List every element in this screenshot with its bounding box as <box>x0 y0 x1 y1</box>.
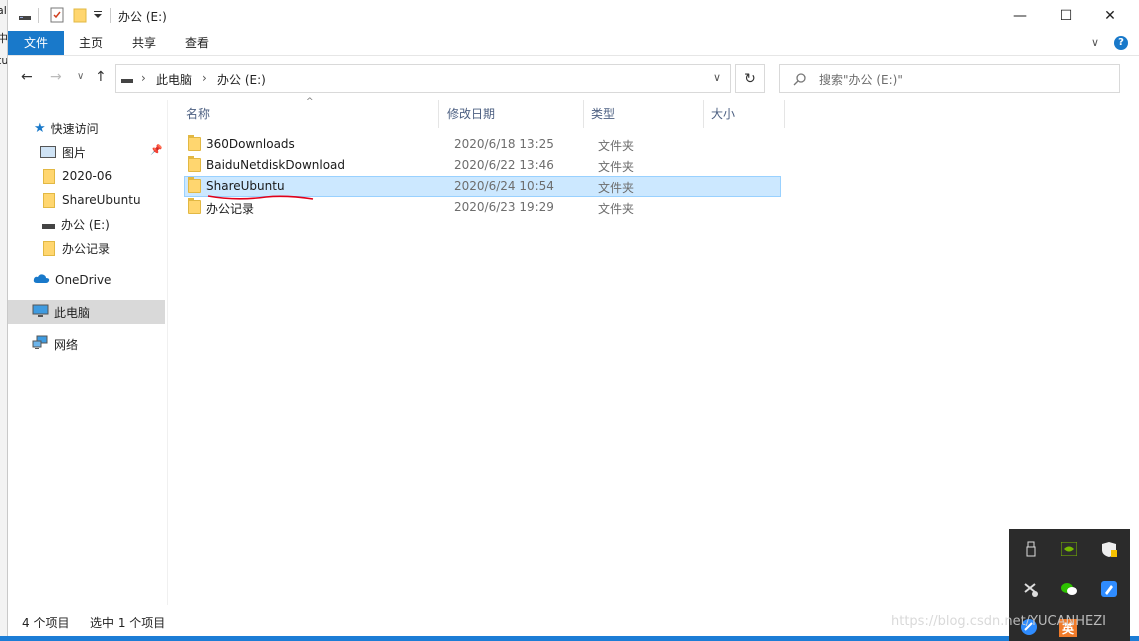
drive-icon <box>120 72 134 89</box>
taskbar-edge <box>0 636 1139 641</box>
folder-icon <box>188 135 201 151</box>
file-row[interactable]: BaiduNetdiskDownload 2020/6/22 13:46 文件夹 <box>184 155 781 176</box>
file-type: 文件夹 <box>598 160 635 174</box>
sidebar-item-label: 办公记录 <box>62 241 111 256</box>
divider <box>110 8 111 23</box>
file-name: ShareUbuntu <box>206 179 285 193</box>
sidebar-item-network[interactable]: 网络 <box>8 332 165 356</box>
folder-icon <box>43 240 55 256</box>
column-header-date[interactable]: 修改日期 <box>441 100 584 128</box>
file-date: 2020/6/22 13:46 <box>454 158 554 172</box>
tab-view[interactable]: 查看 <box>171 31 223 55</box>
computer-icon <box>32 304 49 321</box>
ribbon-tabs: 文件 主页 共享 查看 ∨ ? <box>8 31 1139 56</box>
properties-icon[interactable] <box>50 7 64 26</box>
back-button[interactable]: ← <box>21 69 33 85</box>
address-row: ← → ∨ ↑ › 此电脑 › 办公 (E:) ∨ ↻ 搜索"办公 (E:)" <box>8 56 1139 100</box>
column-header-name[interactable]: 名称 <box>180 100 439 128</box>
expand-ribbon-icon[interactable]: ∨ <box>1091 36 1099 49</box>
tab-file[interactable]: 文件 <box>8 31 64 55</box>
title-bar: 办公 (E:) — ☐ ✕ <box>8 0 1139 31</box>
folder-icon <box>43 168 55 184</box>
search-placeholder: 搜索"办公 (E:)" <box>819 73 903 87</box>
file-list-pane: ^ 名称 修改日期 类型 大小 360Downloads 2020/6/18 1… <box>168 97 1139 605</box>
usb-device-icon[interactable] <box>1021 539 1041 559</box>
file-date: 2020/6/23 19:29 <box>454 200 554 214</box>
sidebar-item-label: 2020-06 <box>62 169 113 183</box>
drive-icon <box>42 223 55 229</box>
nvidia-icon[interactable] <box>1059 539 1079 559</box>
sidebar-item-label: ShareUbuntu <box>62 193 141 207</box>
close-button[interactable]: ✕ <box>1087 0 1133 31</box>
feishu-pen-icon[interactable] <box>1099 579 1119 599</box>
file-date: 2020/6/24 10:54 <box>454 179 554 193</box>
sidebar-item-label: 此电脑 <box>54 305 91 320</box>
column-header-size[interactable]: 大小 <box>705 100 785 128</box>
sidebar-item-drive-e[interactable]: 办公 (E:) <box>8 212 165 236</box>
file-name: BaiduNetdiskDownload <box>206 158 346 172</box>
file-type: 文件夹 <box>598 139 635 153</box>
sidebar-item-label: OneDrive <box>55 273 112 287</box>
sidebar-item-2020-06[interactable]: 2020-06 <box>8 164 165 188</box>
item-count: 4 个项目 <box>22 616 70 630</box>
file-name: 办公记录 <box>206 202 255 216</box>
wechat-icon[interactable] <box>1059 579 1079 599</box>
minimize-button[interactable]: — <box>997 0 1043 31</box>
new-folder-icon[interactable] <box>73 7 87 26</box>
column-header-type[interactable]: 类型 <box>585 100 704 128</box>
selected-count: 选中 1 个项目 <box>90 616 166 630</box>
security-shield-icon[interactable] <box>1099 539 1119 559</box>
navigation-pane: ★ 快速访问 图片 📌 2020-06 ShareUbuntu 办公 (E:) … <box>8 100 168 605</box>
file-row[interactable]: 360Downloads 2020/6/18 13:25 文件夹 <box>184 134 781 155</box>
breadcrumb-separator[interactable]: › <box>202 71 207 85</box>
file-row[interactable]: 办公记录 2020/6/23 19:29 文件夹 <box>184 197 781 218</box>
sidebar-item-onedrive[interactable]: OneDrive <box>8 268 165 292</box>
sidebar-item-shareubuntu[interactable]: ShareUbuntu <box>8 188 165 212</box>
search-icon <box>793 72 807 89</box>
forward-button[interactable]: → <box>50 69 62 85</box>
sidebar-item-office-records[interactable]: 办公记录 <box>8 236 165 260</box>
refresh-button[interactable]: ↻ <box>735 64 765 93</box>
file-type: 文件夹 <box>598 181 635 195</box>
folder-icon <box>188 156 201 172</box>
customize-toolbar-icon[interactable] <box>93 9 103 24</box>
explorer-window: 办公 (E:) — ☐ ✕ 文件 主页 共享 查看 ∨ ? ← → ∨ ↑ › … <box>7 0 1139 636</box>
tab-home[interactable]: 主页 <box>65 31 117 55</box>
divider <box>38 8 39 23</box>
cloud-icon <box>33 273 50 287</box>
search-box[interactable]: 搜索"办公 (E:)" <box>779 64 1120 93</box>
sidebar-item-label: 快速访问 <box>50 121 99 136</box>
maximize-button[interactable]: ☐ <box>1043 0 1089 31</box>
sidebar-item-quick-access[interactable]: ★ 快速访问 <box>8 116 165 140</box>
desktop-text-fragment: al <box>0 4 7 17</box>
watermark-text: https://blog.csdn.net/YUCANHEZI <box>891 614 1106 629</box>
file-date: 2020/6/18 13:25 <box>454 137 554 151</box>
recent-locations-button[interactable]: ∨ <box>77 71 84 82</box>
drive-icon <box>18 7 32 26</box>
up-button[interactable]: ↑ <box>95 69 107 85</box>
star-icon: ★ <box>34 120 46 136</box>
network-icon <box>32 335 49 353</box>
sidebar-item-label: 办公 (E:) <box>61 217 110 232</box>
folder-icon <box>43 192 55 208</box>
vpn-connected-icon[interactable] <box>1021 579 1041 599</box>
pictures-icon <box>40 146 56 158</box>
sidebar-item-this-pc[interactable]: 此电脑 <box>8 300 165 324</box>
tab-share[interactable]: 共享 <box>118 31 170 55</box>
sidebar-item-label: 图片 <box>62 145 87 160</box>
breadcrumb-this-pc[interactable]: 此电脑 <box>156 71 192 88</box>
folder-icon <box>188 198 201 214</box>
sidebar-item-pictures[interactable]: 图片 📌 <box>8 140 165 164</box>
window-title: 办公 (E:) <box>118 10 167 24</box>
file-name: 360Downloads <box>206 137 295 151</box>
pin-icon[interactable]: 📌 <box>150 145 162 156</box>
folder-icon <box>188 177 201 193</box>
breadcrumb-separator[interactable]: › <box>141 71 146 85</box>
file-type: 文件夹 <box>598 202 635 216</box>
help-icon[interactable]: ? <box>1114 36 1128 50</box>
breadcrumb-drive-e[interactable]: 办公 (E:) <box>217 71 266 88</box>
address-bar[interactable]: › 此电脑 › 办公 (E:) ∨ <box>115 64 731 93</box>
sidebar-item-label: 网络 <box>54 337 79 352</box>
address-dropdown-icon[interactable]: ∨ <box>713 71 721 84</box>
